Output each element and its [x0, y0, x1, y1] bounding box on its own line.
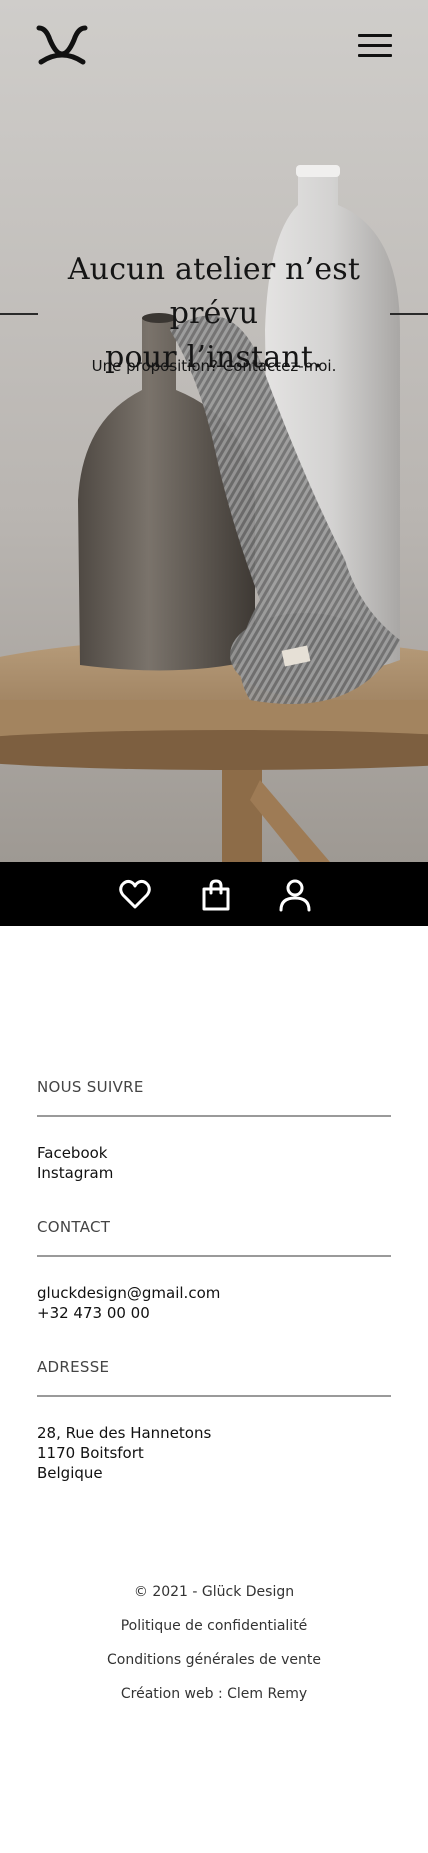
contact-heading: CONTACT: [37, 1218, 111, 1236]
follow-heading: NOUS SUIVRE: [37, 1078, 144, 1096]
hero-subtitle[interactable]: Une proposition? Contactez-moi.: [30, 357, 398, 375]
address-line: 1170 Boitsfort: [37, 1444, 144, 1462]
icon-bar: [0, 862, 428, 926]
facebook-link[interactable]: Facebook: [37, 1143, 391, 1163]
hero-image: [0, 0, 428, 862]
phone-link[interactable]: +32 473 00 00: [37, 1303, 391, 1323]
follow-links: Facebook Instagram: [37, 1143, 391, 1183]
menu-bar: [358, 44, 392, 47]
hero-section: Aucun atelier n’est prévu pour l’instant…: [0, 0, 428, 862]
address-line: 28, Rue des Hannetons: [37, 1424, 212, 1442]
address-details: 28, Rue des Hannetons 1170 Boitsfort Bel…: [37, 1423, 391, 1483]
copyright-text: © 2021 - Glück Design: [133, 1584, 295, 1600]
address-line: Belgique: [37, 1464, 103, 1482]
address-divider: [37, 1395, 391, 1397]
menu-bar: [358, 54, 392, 57]
shopping-bag-icon[interactable]: [199, 878, 233, 912]
contact-details: gluckdesign@gmail.com +32 473 00 00: [37, 1283, 391, 1323]
web-credit-link[interactable]: Création web : Clem Remy: [0, 1686, 428, 1702]
hero-title-line1: Aucun atelier n’est prévu: [67, 252, 361, 331]
instagram-link[interactable]: Instagram: [37, 1163, 391, 1183]
user-icon[interactable]: [278, 878, 312, 912]
follow-divider: [37, 1115, 391, 1117]
menu-bar: [358, 34, 392, 37]
privacy-policy-link[interactable]: Politique de confidentialité: [0, 1618, 428, 1634]
email-link[interactable]: gluckdesign@gmail.com: [37, 1283, 391, 1303]
heart-icon[interactable]: [118, 878, 152, 912]
terms-link[interactable]: Conditions générales de vente: [0, 1652, 428, 1668]
hamburger-icon[interactable]: [358, 34, 392, 58]
address-heading: ADRESSE: [37, 1358, 110, 1376]
gluck-logo[interactable]: [36, 24, 88, 66]
contact-divider: [37, 1255, 391, 1257]
